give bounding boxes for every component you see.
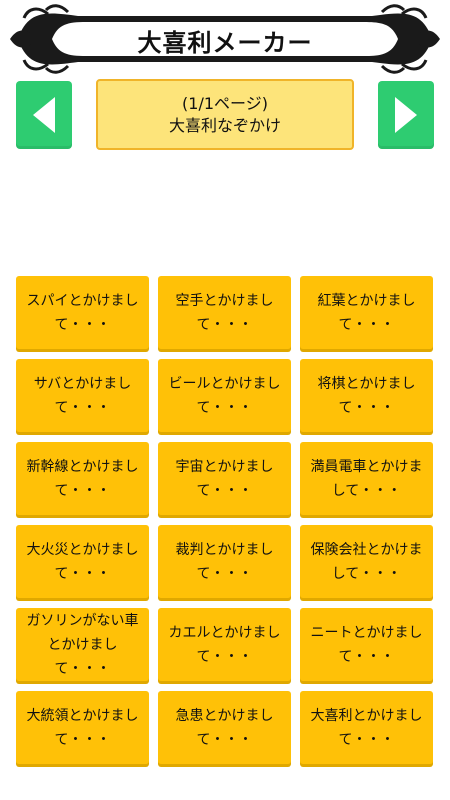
triangle-right-icon (395, 97, 417, 133)
previous-page-button[interactable] (16, 81, 72, 149)
topic-button[interactable]: 新幹線とかけまして・・・ (16, 442, 149, 515)
topic-button[interactable]: 大喜利とかけまして・・・ (300, 691, 433, 764)
topic-button[interactable]: ニートとかけまして・・・ (300, 608, 433, 681)
topic-button[interactable]: スパイとかけまして・・・ (16, 276, 149, 349)
topic-button[interactable]: 急患とかけまして・・・ (158, 691, 291, 764)
topic-button[interactable]: 裁判とかけまして・・・ (158, 525, 291, 598)
title-banner: 大喜利メーカー (8, 4, 442, 74)
next-page-button[interactable] (378, 81, 434, 149)
topic-button[interactable]: 保険会社とかけまして・・・ (300, 525, 433, 598)
triangle-left-icon (33, 97, 55, 133)
topic-button[interactable]: ビールとかけまして・・・ (158, 359, 291, 432)
topic-button[interactable]: 大火災とかけまして・・・ (16, 525, 149, 598)
topic-button[interactable]: 紅葉とかけまして・・・ (300, 276, 433, 349)
topic-button[interactable]: 空手とかけまして・・・ (158, 276, 291, 349)
category-label: 大喜利なぞかけ (168, 115, 281, 135)
topic-button[interactable]: カエルとかけまして・・・ (158, 608, 291, 681)
app-title: 大喜利メーカー (137, 28, 313, 57)
topic-button[interactable]: ガソリンがない車とかけまして・・・ (16, 608, 149, 681)
topic-button[interactable]: サバとかけまして・・・ (16, 359, 149, 432)
page-number-label: (1/1ページ) (182, 93, 268, 113)
topic-grid: スパイとかけまして・・・ 空手とかけまして・・・ 紅葉とかけまして・・・ サバと… (16, 276, 434, 764)
topic-button[interactable]: 大統領とかけまして・・・ (16, 691, 149, 764)
topic-button[interactable]: 満員電車とかけまして・・・ (300, 442, 433, 515)
topic-button[interactable]: 将棋とかけまして・・・ (300, 359, 433, 432)
page-info: (1/1ページ) 大喜利なぞかけ (96, 79, 354, 150)
topic-button[interactable]: 宇宙とかけまして・・・ (158, 442, 291, 515)
